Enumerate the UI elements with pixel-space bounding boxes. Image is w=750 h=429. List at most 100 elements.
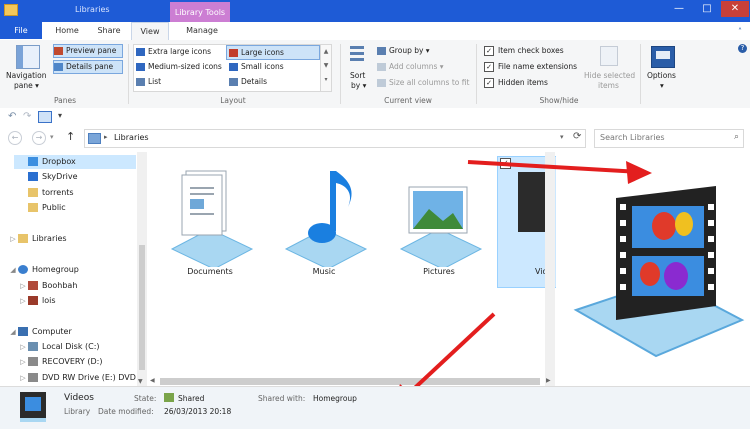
nav-item-lois[interactable]: ▷ lois: [18, 294, 56, 308]
tab-share[interactable]: Share: [90, 22, 128, 39]
hide-selected-items-label-2: items: [598, 81, 619, 90]
nav-item-label: Libraries: [32, 234, 67, 243]
layout-gallery-scroll[interactable]: ▲ ▼ ▾: [320, 44, 332, 92]
content-scrollbar[interactable]: [545, 152, 555, 388]
breadcrumb-libraries[interactable]: Libraries: [114, 133, 149, 142]
group-by-button[interactable]: Group by ▾: [377, 46, 430, 55]
medium-icons-icon: [136, 63, 145, 71]
close-button[interactable]: ✕: [721, 1, 749, 17]
search-placeholder: Search Libraries: [600, 133, 665, 142]
quick-access-dropdown-icon[interactable]: ▾: [58, 111, 62, 120]
expand-chevron-icon[interactable]: ▷: [8, 232, 18, 246]
nav-item-dropbox[interactable]: Dropbox: [14, 155, 136, 169]
back-button[interactable]: ←: [8, 131, 22, 145]
nav-item-recovery[interactable]: ▷ RECOVERY (D:): [18, 355, 102, 369]
layout-details[interactable]: Details: [229, 77, 267, 86]
options-icon[interactable]: [651, 46, 675, 68]
details-view-toggle-icon[interactable]: [38, 111, 52, 123]
sort-by-label[interactable]: Sort: [350, 71, 365, 80]
options-button-label[interactable]: Options: [647, 71, 676, 80]
collapse-chevron-icon[interactable]: ◢: [8, 325, 18, 339]
nav-item-skydrive[interactable]: SkyDrive: [28, 170, 78, 184]
item-checkbox[interactable]: ✓: [500, 158, 511, 169]
tab-home[interactable]: Home: [50, 22, 84, 39]
tab-file[interactable]: File: [0, 22, 42, 39]
scroll-left-icon[interactable]: ◀: [150, 377, 155, 384]
nav-item-public[interactable]: Public: [28, 201, 66, 215]
folder-icon: [28, 203, 38, 212]
preview-pane-button[interactable]: Preview pane: [53, 44, 123, 58]
nav-item-label: Computer: [32, 327, 72, 336]
address-dropdown-icon[interactable]: ▾: [560, 133, 564, 141]
up-button[interactable]: ↑: [66, 130, 75, 143]
horizontal-scrollbar-thumb[interactable]: [160, 378, 540, 385]
collapse-chevron-icon[interactable]: ◢: [8, 263, 18, 277]
nav-item-libraries[interactable]: ▷ Libraries: [8, 232, 67, 246]
sort-by-dropdown[interactable]: by ▾: [351, 81, 366, 90]
minimize-button[interactable]: —: [665, 1, 693, 17]
current-view-group-label: Current view: [384, 96, 432, 105]
checkbox-checked-icon: ✓: [484, 46, 494, 56]
dvd-drive-icon: [28, 373, 38, 382]
expand-chevron-icon[interactable]: ▷: [18, 340, 28, 354]
maximize-button[interactable]: □: [693, 1, 721, 17]
file-name-extensions-checkbox[interactable]: ✓ File name extensions: [484, 62, 577, 72]
nav-item-dvd-drive[interactable]: ▷ DVD RW Drive (E:) DVD: [18, 371, 136, 385]
layout-list[interactable]: List: [136, 77, 161, 86]
search-input[interactable]: Search Libraries ⌕: [594, 129, 744, 148]
details-pane-label: Details pane: [66, 62, 114, 71]
divider: [340, 44, 341, 104]
tab-view[interactable]: View: [131, 22, 169, 40]
nav-item-computer[interactable]: ◢ Computer: [8, 325, 72, 339]
item-check-boxes-checkbox[interactable]: ✓ Item check boxes: [484, 46, 564, 56]
window-title: Libraries: [75, 5, 110, 14]
options-dropdown-arrow[interactable]: ▾: [660, 81, 664, 90]
scroll-down-icon[interactable]: ▼: [138, 378, 143, 385]
nav-item-torrents[interactable]: torrents: [28, 186, 74, 200]
size-all-columns-label: Size all columns to fit: [389, 78, 470, 87]
details-name: Videos: [64, 393, 94, 403]
layout-small-icons[interactable]: Small icons: [229, 62, 284, 71]
forward-button[interactable]: →: [32, 131, 46, 145]
layout-large-icons[interactable]: Large icons: [226, 45, 320, 60]
add-columns-button: Add columns ▾: [377, 62, 444, 71]
nav-scrollbar-thumb[interactable]: [139, 245, 145, 370]
nav-item-homegroup[interactable]: ◢ Homegroup: [8, 263, 79, 277]
details-pane-button[interactable]: Details pane: [53, 60, 123, 74]
hidden-items-checkbox[interactable]: ✓ Hidden items: [484, 78, 548, 88]
nav-item-local-disk[interactable]: ▷ Local Disk (C:): [18, 340, 100, 354]
nav-item-boohbah[interactable]: ▷ Boohbah: [18, 279, 77, 293]
address-bar[interactable]: [84, 129, 586, 148]
folder-icon[interactable]: [4, 4, 18, 16]
shared-with-value: Homegroup: [313, 394, 357, 403]
layout-medium-icons[interactable]: Medium-sized icons: [136, 62, 222, 71]
expand-chevron-icon[interactable]: ▷: [18, 294, 28, 308]
nav-item-label: RECOVERY (D:): [42, 357, 103, 366]
sort-by-icon[interactable]: [350, 46, 364, 64]
undo-icon[interactable]: ↶: [8, 111, 16, 122]
layout-group-label: Layout: [220, 96, 246, 105]
redo-icon[interactable]: ↷: [23, 111, 31, 122]
help-icon[interactable]: ?: [738, 44, 747, 53]
ribbon-collapse-chevron-icon[interactable]: ˄: [738, 27, 742, 36]
navigation-pane-dropdown[interactable]: pane ▾: [14, 81, 39, 90]
navigation-pane-icon[interactable]: [16, 45, 40, 69]
library-label-music: Music: [312, 267, 336, 276]
breadcrumb-separator-icon[interactable]: ▸: [104, 133, 108, 141]
expand-chevron-icon[interactable]: ▷: [18, 371, 28, 385]
tab-manage[interactable]: Manage: [178, 22, 226, 39]
expand-chevron-icon[interactable]: ▷: [18, 355, 28, 369]
navigation-pane-label[interactable]: Navigation: [6, 71, 46, 80]
scroll-right-icon[interactable]: ▶: [546, 377, 551, 384]
nav-item-label: torrents: [42, 188, 74, 197]
documents-library-icon: [170, 170, 254, 270]
expand-chevron-icon[interactable]: ▷: [18, 279, 28, 293]
checkbox-checked-icon: ✓: [484, 62, 494, 72]
layout-extra-large-icons[interactable]: Extra large icons: [136, 47, 211, 56]
refresh-icon[interactable]: ⟳: [573, 131, 581, 142]
nav-item-label: SkyDrive: [42, 172, 78, 181]
folder-icon: [28, 188, 38, 197]
show-hide-group-label: Show/hide: [539, 96, 579, 105]
recent-locations-chevron-icon[interactable]: ▾: [50, 133, 54, 141]
preview-pane-icon: [54, 47, 63, 55]
